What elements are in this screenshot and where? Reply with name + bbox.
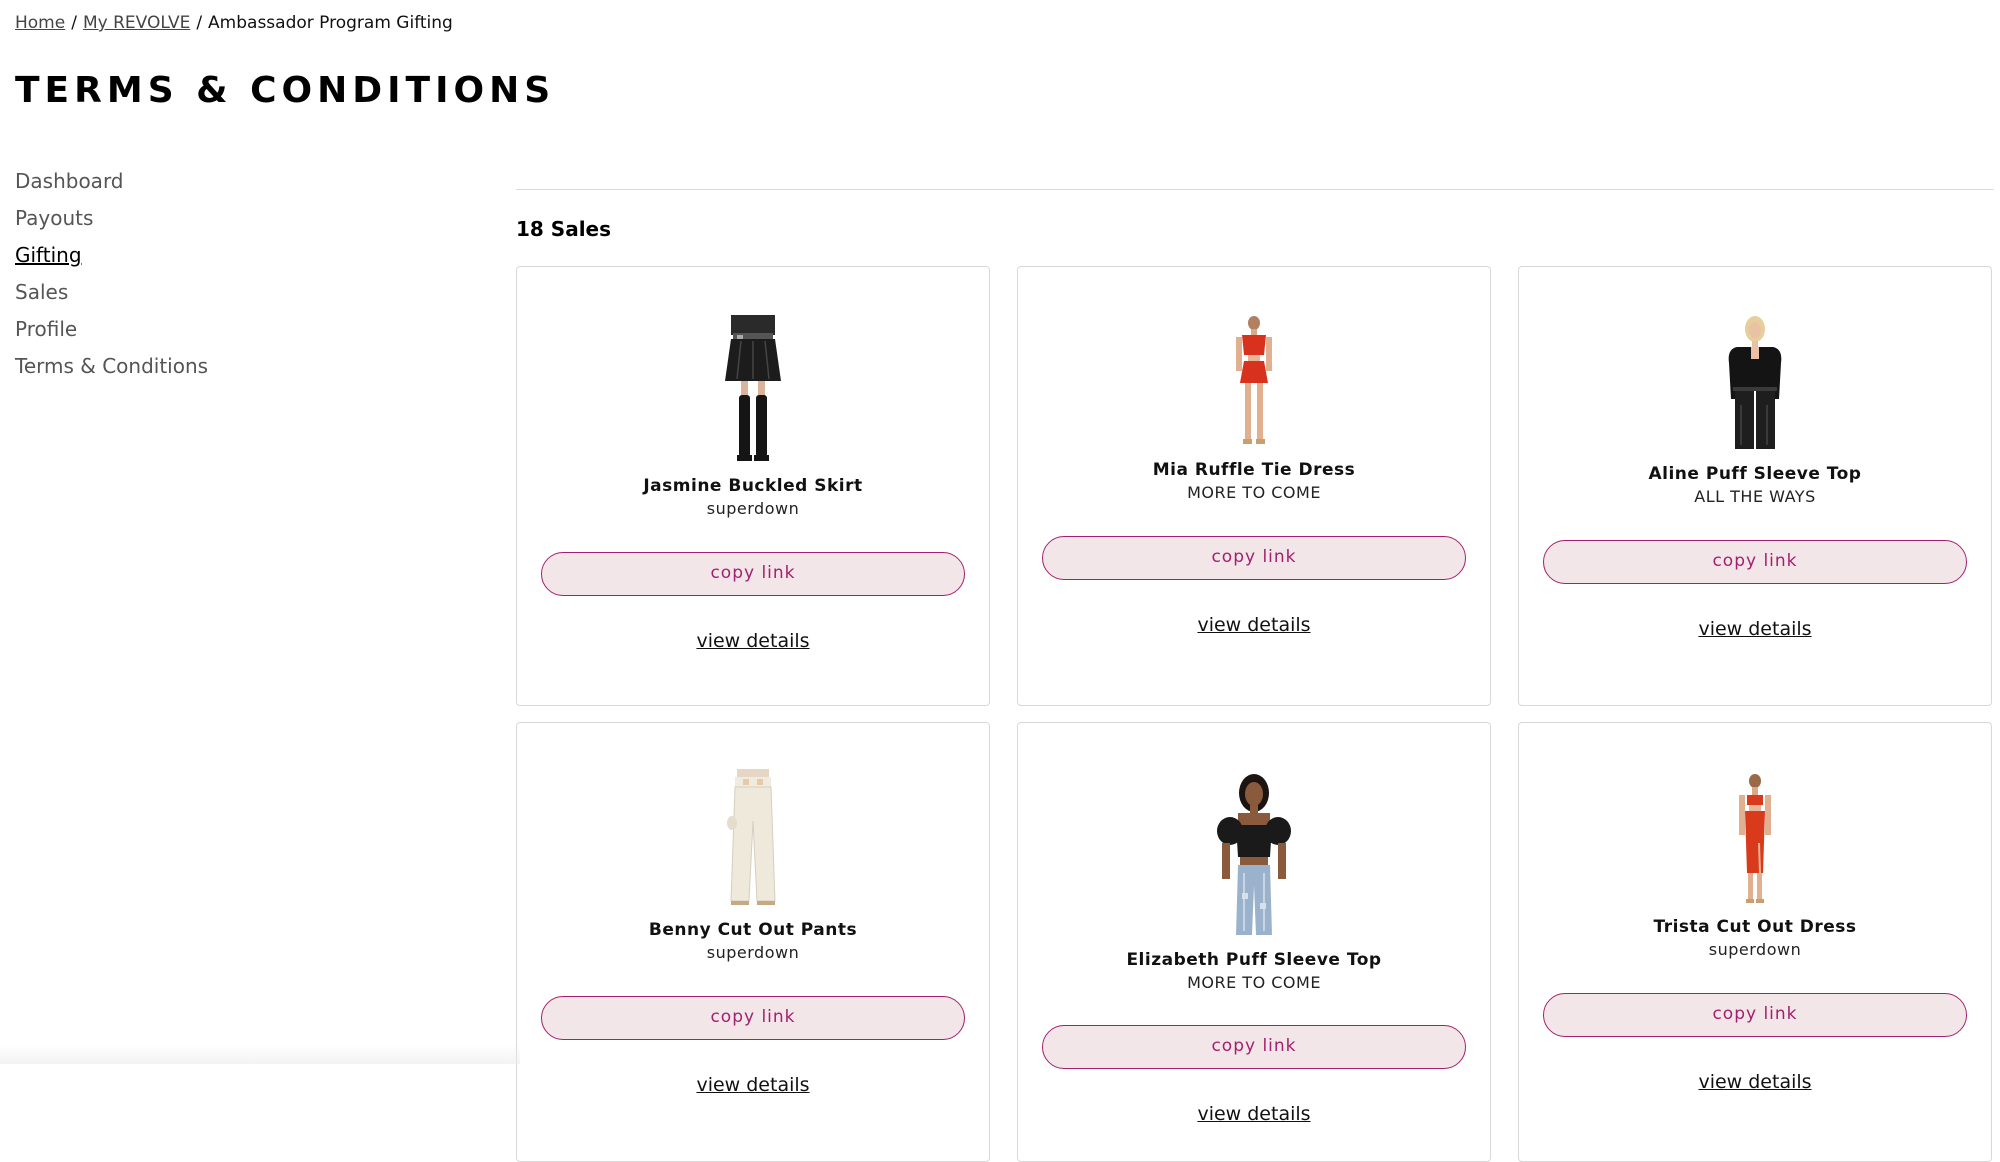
- view-details-link[interactable]: view details: [1018, 1103, 1490, 1125]
- copy-link-button[interactable]: copy link: [541, 996, 965, 1040]
- product-brand: ALL THE WAYS: [1694, 487, 1816, 506]
- sidebar-item-gifting[interactable]: Gifting: [15, 242, 208, 279]
- bottom-fade: [0, 1044, 520, 1064]
- product-image[interactable]: [1519, 315, 1991, 451]
- product-name[interactable]: Mia Ruffle Tie Dress: [1018, 460, 1490, 480]
- breadcrumb-current: Ambassador Program Gifting: [208, 13, 453, 33]
- content-divider: [516, 189, 1994, 190]
- product-card: Benny Cut Out Pants superdown copy link …: [516, 722, 990, 1162]
- page-title: TERMS & CONDITIONS: [15, 70, 556, 111]
- product-image[interactable]: [1519, 773, 1991, 905]
- product-brand: superdown: [706, 943, 800, 962]
- product-name[interactable]: Aline Puff Sleeve Top: [1519, 464, 1991, 484]
- view-details-link[interactable]: view details: [1018, 614, 1490, 636]
- product-card: Aline Puff Sleeve Top ALL THE WAYS copy …: [1518, 266, 1992, 706]
- copy-link-button[interactable]: copy link: [1543, 993, 1967, 1037]
- sidebar-item-terms-conditions[interactable]: Terms & Conditions: [15, 353, 208, 390]
- product-card: Mia Ruffle Tie Dress MORE TO COME copy l…: [1017, 266, 1491, 706]
- product-name[interactable]: Trista Cut Out Dress: [1519, 917, 1991, 937]
- copy-link-button[interactable]: copy link: [541, 552, 965, 596]
- product-brand: MORE TO COME: [1187, 973, 1321, 992]
- sales-count: 18 Sales: [516, 217, 612, 241]
- product-image[interactable]: [517, 315, 989, 463]
- breadcrumb: Home / My REVOLVE / Ambassador Program Gifti…: [15, 13, 453, 33]
- sidebar-item-dashboard[interactable]: Dashboard: [15, 168, 208, 205]
- product-card: Trista Cut Out Dress superdown copy link…: [1518, 722, 1992, 1162]
- product-brand: MORE TO COME: [1187, 483, 1321, 502]
- copy-link-button[interactable]: copy link: [1042, 536, 1466, 580]
- breadcrumb-my-revolve-link[interactable]: My REVOLVE: [83, 13, 190, 33]
- sidebar-item-payouts[interactable]: Payouts: [15, 205, 208, 242]
- product-brand: superdown: [1708, 940, 1802, 959]
- copy-link-button[interactable]: copy link: [1042, 1025, 1466, 1069]
- sidebar-nav: Dashboard Payouts Gifting Sales Profile …: [15, 168, 208, 390]
- view-details-link[interactable]: view details: [1519, 1071, 1991, 1093]
- breadcrumb-separator: /: [196, 13, 203, 33]
- copy-link-button[interactable]: copy link: [1543, 540, 1967, 584]
- breadcrumb-home-link[interactable]: Home: [15, 13, 65, 33]
- product-name[interactable]: Benny Cut Out Pants: [517, 920, 989, 940]
- product-card: Elizabeth Puff Sleeve Top MORE TO COME c…: [1017, 722, 1491, 1162]
- product-name[interactable]: Elizabeth Puff Sleeve Top: [1018, 950, 1490, 970]
- view-details-link[interactable]: view details: [1519, 618, 1991, 640]
- sidebar-item-sales[interactable]: Sales: [15, 279, 208, 316]
- sidebar-item-profile[interactable]: Profile: [15, 316, 208, 353]
- product-name[interactable]: Jasmine Buckled Skirt: [517, 476, 989, 496]
- product-image[interactable]: [1018, 773, 1490, 937]
- product-brand: superdown: [706, 499, 800, 518]
- breadcrumb-separator: /: [71, 13, 77, 33]
- product-image[interactable]: [517, 769, 989, 907]
- view-details-link[interactable]: view details: [517, 1074, 989, 1096]
- product-card: Jasmine Buckled Skirt superdown copy lin…: [516, 266, 990, 706]
- product-image[interactable]: [1018, 315, 1490, 447]
- view-details-link[interactable]: view details: [517, 630, 989, 652]
